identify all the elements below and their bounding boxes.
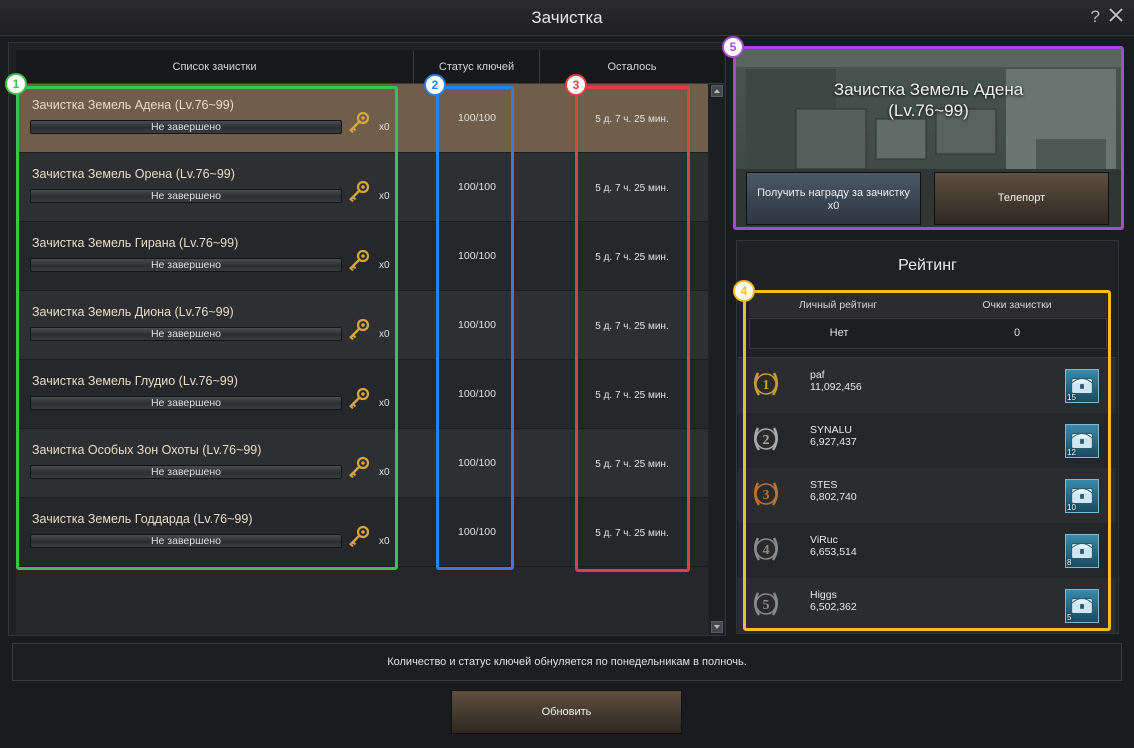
annotation-badge-5: 5 — [722, 36, 744, 58]
close-icon[interactable] — [1106, 5, 1126, 25]
help-icon[interactable]: ? — [1091, 7, 1100, 27]
header-list: Список зачистки — [16, 50, 414, 84]
ranking-title: Рейтинг — [898, 257, 957, 274]
highlight-list-column — [16, 86, 398, 570]
annotation-badge-1: 1 — [5, 73, 27, 95]
annotation-badge-2: 2 — [424, 74, 446, 96]
highlight-keys-column — [436, 86, 514, 570]
table-header: Список зачистки Статус ключей Осталось — [16, 50, 724, 84]
list-scrollbar[interactable] — [710, 84, 724, 634]
highlight-banner — [733, 46, 1124, 230]
list-empty-area — [16, 567, 708, 635]
title-bar: Зачистка ? — [0, 0, 1134, 36]
refresh-button[interactable]: Обновить — [451, 690, 682, 734]
scroll-down-arrow-icon[interactable] — [711, 621, 723, 633]
annotation-badge-3: 3 — [565, 74, 587, 96]
reset-notice: Количество и статус ключей обнуляется по… — [12, 643, 1122, 681]
scroll-up-arrow-icon[interactable] — [711, 85, 723, 97]
window-title: Зачистка — [531, 8, 603, 27]
highlight-remaining-column — [575, 86, 690, 572]
annotation-badge-4: 4 — [733, 280, 755, 302]
highlight-ranking — [743, 290, 1111, 631]
